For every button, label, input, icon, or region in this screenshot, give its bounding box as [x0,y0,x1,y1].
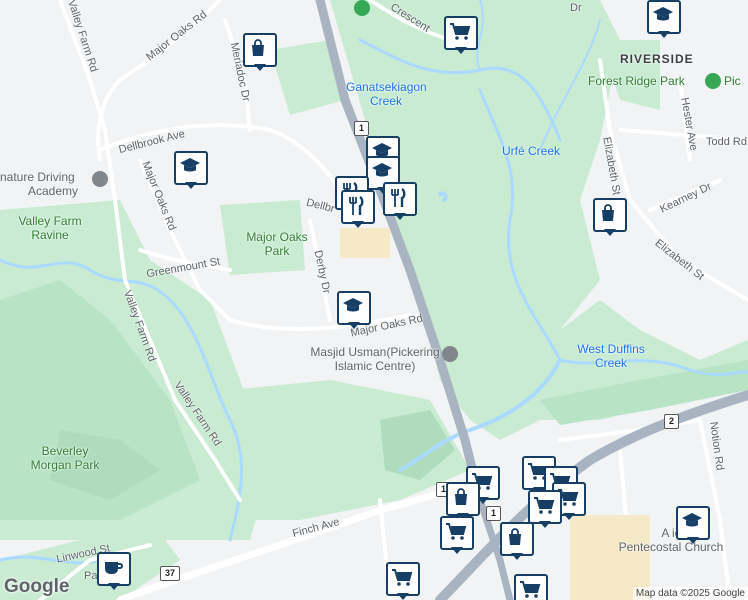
marker-pointer [254,64,266,71]
map-marker-shopping-bag[interactable] [446,482,480,520]
map-marker-shopping-cart[interactable] [386,562,420,600]
map-marker-shopping-bag[interactable] [500,522,534,560]
road-hester [678,78,692,162]
highway-shield-1-lower: 1 [486,506,501,521]
mosque-pin-icon [442,346,458,362]
road-kearney [648,178,722,212]
road-major-oaks-south [228,313,412,332]
commercial-block [340,228,390,258]
map-attribution: Map data ©2025 Google [632,587,748,600]
marker-pointer [563,513,575,520]
map-marker-cafe[interactable] [97,552,131,590]
highway-shield-2: 2 [664,414,679,429]
map-marker-restaurant[interactable] [383,182,417,220]
park-pin-icon [705,73,721,89]
map-marker-shopping-bag[interactable] [593,198,627,236]
marker-pointer [352,221,364,228]
driving-academy-pin-icon [92,171,108,187]
marker-pointer [451,547,463,554]
highway-shield-1-north: 1 [354,121,369,136]
road-derby [308,218,332,322]
map-marker-school[interactable] [174,151,208,189]
marker-pointer [397,593,409,600]
marker-pointer [394,213,406,220]
marker-pointer [604,229,616,236]
road-todd [618,128,748,142]
marker-pointer [348,322,360,329]
map-marker-restaurant[interactable] [341,190,375,228]
road-major-oaks-upper [96,0,222,162]
marker-pointer [455,47,467,54]
marker-pointer [687,537,699,544]
map-marker-shopping-cart[interactable] [444,16,478,54]
map-marker-shopping-bag[interactable] [243,33,277,71]
park-area-major-oaks [220,200,305,275]
map-marker-school[interactable] [337,291,371,329]
map-marker-shopping-cart[interactable] [514,574,548,600]
marker-pointer [108,583,120,590]
google-logo: Google [4,576,70,597]
road-dellbrook [98,123,347,202]
highway-shield-37: 37 [160,566,180,581]
marker-pointer [658,31,670,38]
marker-pointer [185,182,197,189]
marker-pointer [539,521,551,528]
basemap [0,0,748,600]
map-marker-school[interactable] [647,0,681,38]
park-pin-icon-top [354,0,370,16]
marker-pointer [511,553,523,560]
map-marker-school[interactable] [676,506,710,544]
map-canvas[interactable]: RIVERSIDE Major Oaks Park Valley Farm Ra… [0,0,748,600]
map-marker-shopping-cart[interactable] [440,516,474,554]
